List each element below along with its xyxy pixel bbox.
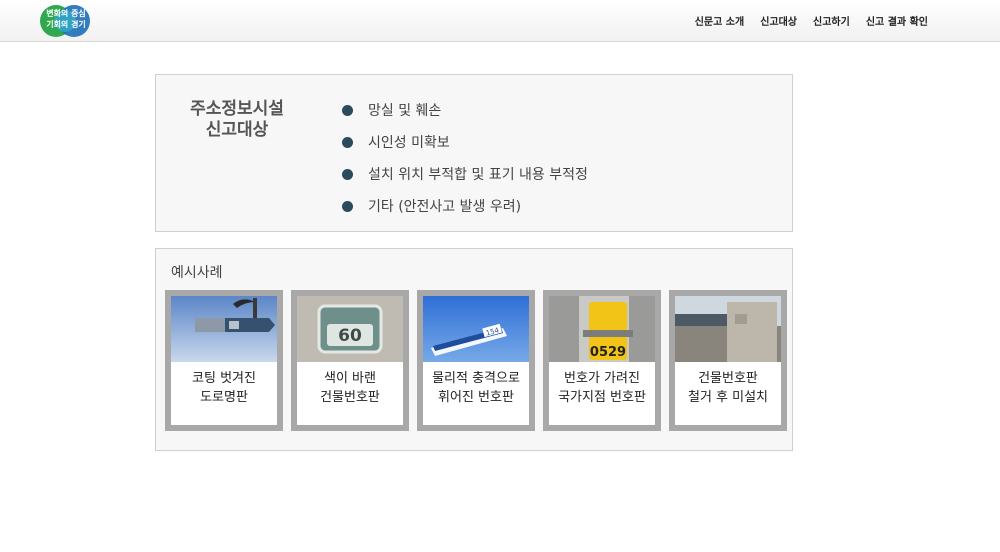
- criteria-title: 주소정보시설 신고대상: [190, 99, 284, 140]
- card-caption: 건물번호판 철거 후 미설치: [687, 371, 769, 405]
- sign-number-0529: 0529: [590, 345, 626, 360]
- bullet-icon: [342, 136, 353, 148]
- nav-submit-report[interactable]: 신고하기: [813, 13, 850, 28]
- header-bar: 변화의 중심 기회의 경기 신문고 소개 신고대상 신고하기 신고 결과 확인: [0, 0, 1000, 42]
- example-card-bent-sign: 154 물리적 충격으로 휘어진 번호판: [417, 290, 535, 431]
- criteria-item: 망실 및 훼손: [342, 94, 588, 126]
- top-nav: 신문고 소개 신고대상 신고하기 신고 결과 확인: [695, 13, 928, 28]
- gyeonggi-logo[interactable]: 변화의 중심 기회의 경기: [38, 3, 98, 39]
- bullet-icon: [342, 200, 353, 212]
- bullet-icon: [342, 168, 353, 180]
- peeled-road-sign-photo: [171, 296, 277, 362]
- logo-line-2: 기회의 경기: [46, 20, 86, 29]
- card-caption: 색이 바랜 건물번호판: [320, 371, 380, 405]
- examples-box: 예시사례 코팅 벗겨진 도로명판 60 색이 바랜 건물번호판 154 물리적 …: [155, 248, 793, 451]
- logo-line-1: 변화의 중심: [46, 9, 86, 18]
- example-card-faded-sign: 60 색이 바랜 건물번호판: [291, 290, 409, 431]
- nav-intro[interactable]: 신문고 소개: [695, 13, 744, 28]
- criteria-item: 시인성 미확보: [342, 126, 588, 158]
- sign-number-60: 60: [338, 326, 362, 346]
- missing-building-sign-photo: [675, 296, 781, 362]
- bullet-icon: [342, 104, 353, 116]
- nav-report-results[interactable]: 신고 결과 확인: [866, 13, 928, 28]
- criteria-item: 설치 위치 부적합 및 표기 내용 부적정: [342, 158, 588, 190]
- bent-road-sign-photo: 154: [423, 296, 529, 362]
- card-caption: 물리적 충격으로 휘어진 번호판: [432, 371, 520, 405]
- criteria-list: 망실 및 훼손 시인성 미확보 설치 위치 부적합 및 표기 내용 부적정 기타…: [342, 94, 588, 222]
- example-card-missing-sign: 건물번호판 철거 후 미설치: [669, 290, 787, 431]
- card-caption: 코팅 벗겨진 도로명판: [192, 371, 256, 405]
- examples-title: 예시사례: [171, 265, 223, 281]
- example-card-covered-sign: 0529 번호가 가려진 국가지점 번호판: [543, 290, 661, 431]
- report-criteria-box: 주소정보시설 신고대상 망실 및 훼손 시인성 미확보 설치 위치 부적합 및 …: [155, 74, 793, 232]
- example-card-peeled-sign: 코팅 벗겨진 도로명판: [165, 290, 283, 431]
- criteria-item: 기타 (안전사고 발생 우려): [342, 190, 588, 222]
- faded-building-number-photo: 60: [297, 296, 403, 362]
- example-cards: 코팅 벗겨진 도로명판 60 색이 바랜 건물번호판 154 물리적 충격으로 …: [165, 290, 787, 431]
- nav-report-targets[interactable]: 신고대상: [760, 13, 797, 28]
- card-caption: 번호가 가려진 국가지점 번호판: [558, 371, 646, 405]
- covered-national-point-sign-photo: 0529: [549, 296, 655, 362]
